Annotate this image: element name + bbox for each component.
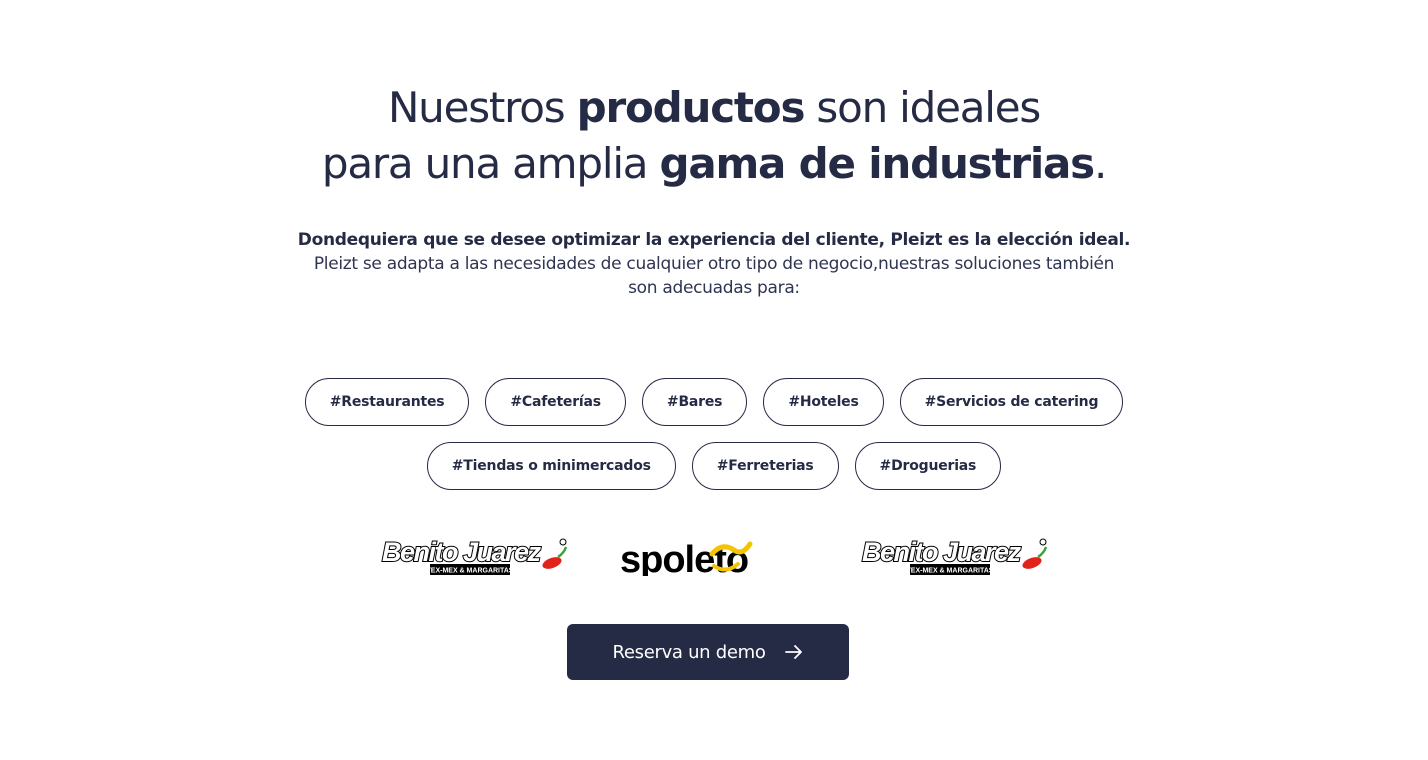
svg-text:TEX-MEX & MARGARITAS: TEX-MEX & MARGARITAS [907,568,994,575]
industry-tags-row-2: #Tiendas o minimercados #Ferreterias #Dr… [0,442,1428,490]
arrow-right-icon [784,644,804,660]
section-lead: Dondequiera que se desee optimizar la ex… [297,230,1131,250]
book-demo-button[interactable]: Reserva un demo [567,624,849,680]
tag-cafeterias: #Cafeterías [485,378,626,426]
industry-tags-row-1: #Restaurantes #Cafeterías #Bares #Hotele… [0,378,1428,426]
spoleto-logo: spoleto [620,536,808,576]
tag-servicios-de-catering: #Servicios de catering [899,378,1124,426]
benito-juarez-logo: Benito Juarez Benito Juarez TEX-MEX & MA… [860,536,1048,576]
client-logos: Benito Juarez Benito Juarez TEX-MEX & MA… [0,532,1428,580]
industries-section: Nuestros productos son ideales para una … [0,0,1428,760]
headline-line-1: Nuestros productos son ideales [387,83,1041,132]
section-headline: Nuestros productos son ideales para una … [0,80,1428,192]
tag-restaurantes: #Restaurantes [304,378,470,426]
svg-text:Benito Juarez: Benito Juarez [862,537,1022,567]
headline-line-2: para una amplia gama de industrias. [321,139,1107,188]
svg-text:TEX-MEX & MARGARITAS: TEX-MEX & MARGARITAS [427,568,514,575]
tag-droguerias: #Droguerias [854,442,1002,490]
tag-hoteles: #Hoteles [763,378,884,426]
tag-bares: #Bares [641,378,748,426]
tag-ferreterias: #Ferreterias [691,442,839,490]
book-demo-label: Reserva un demo [612,641,766,663]
benito-juarez-logo: Benito Juarez Benito Juarez TEX-MEX & MA… [380,536,568,576]
tag-tiendas-o-minimercados: #Tiendas o minimercados [426,442,676,490]
section-description: Pleizt se adapta a las necesidades de cu… [313,254,1115,298]
svg-text:Benito Juarez: Benito Juarez [382,537,542,567]
